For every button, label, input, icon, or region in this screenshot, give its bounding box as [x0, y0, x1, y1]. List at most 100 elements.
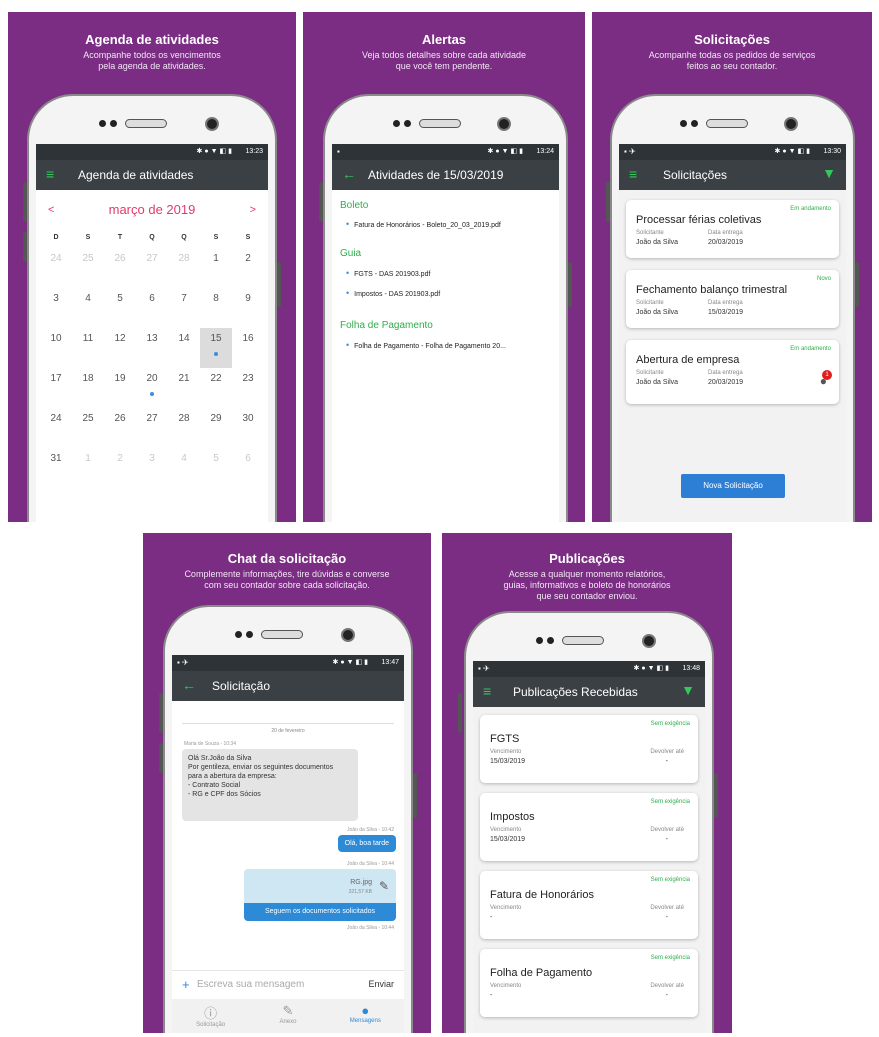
phone-frame: ▪ ✈ ✱●▼◧▮ 13:30 ≡ Solicitações ▼ Em anda…: [610, 94, 855, 522]
file-link[interactable]: Impostos - DAS 201903.pdf: [346, 288, 440, 298]
calendar-day[interactable]: 7: [168, 288, 200, 328]
phone-speaker-grill: [419, 119, 461, 128]
back-arrow-icon[interactable]: ←: [182, 677, 196, 693]
calendar-day[interactable]: 14: [168, 328, 200, 368]
calendar-day[interactable]: 18: [72, 368, 104, 408]
file-link[interactable]: Fatura de Honorários - Boleto_20_03_2019…: [346, 219, 501, 229]
phone-sensor: [110, 120, 117, 127]
requester-value: João da Silva: [636, 379, 679, 386]
paperclip-icon: ✎: [378, 879, 389, 893]
publication-card[interactable]: Sem exigência FGTS Vencimento Devolver a…: [480, 715, 698, 783]
request-card[interactable]: Novo Fechamento balanço trimestral Solic…: [626, 270, 839, 328]
menu-icon[interactable]: ≡: [629, 166, 637, 182]
back-arrow-icon[interactable]: ←: [342, 166, 356, 182]
status-bar: ✱●▼◧▮ 13:23: [36, 144, 268, 160]
calendar-day[interactable]: 1: [200, 248, 232, 288]
calendar-day[interactable]: 1: [72, 448, 104, 488]
calendar-header: < março de 2019 >: [36, 202, 268, 222]
send-button[interactable]: Enviar: [368, 979, 394, 989]
calendar-day[interactable]: 9: [232, 288, 264, 328]
notification-icon: ▪ ✈: [478, 664, 490, 673]
attachment-message[interactable]: RG.jpg 321,57 KB ✎ Seguem os documentos …: [244, 869, 396, 921]
panel-subtitle: Acesse a qualquer momento relatórios, gu…: [503, 569, 671, 601]
calendar-day[interactable]: 5: [104, 288, 136, 328]
calendar-day[interactable]: 15: [200, 328, 232, 368]
calendar-day[interactable]: 3: [40, 288, 72, 328]
calendar-day[interactable]: 13: [136, 328, 168, 368]
calendar-day[interactable]: 12: [104, 328, 136, 368]
calendar-day[interactable]: 17: [40, 368, 72, 408]
menu-icon[interactable]: ≡: [483, 683, 491, 699]
return-label: Devolver até: [650, 749, 684, 755]
calendar-day[interactable]: 19: [104, 368, 136, 408]
calendar-day[interactable]: 10: [40, 328, 72, 368]
calendar-day[interactable]: 27: [136, 248, 168, 288]
filter-icon[interactable]: ▼: [681, 682, 695, 698]
calendar-day[interactable]: 25: [72, 408, 104, 448]
filter-icon[interactable]: ▼: [822, 165, 836, 181]
calendar-day[interactable]: 11: [72, 328, 104, 368]
panel-chat: Chat da solicitação Complemente informaç…: [143, 533, 431, 1033]
phone-sensor: [536, 637, 543, 644]
publication-card[interactable]: Sem exigência Folha de Pagamento Vencime…: [480, 949, 698, 1017]
calendar-day[interactable]: 2: [232, 248, 264, 288]
calendar-day[interactable]: 28: [168, 408, 200, 448]
info-icon: ⓘ: [204, 1006, 218, 1021]
next-month-button[interactable]: >: [250, 204, 256, 216]
phone-side-button: [855, 262, 859, 307]
nav-solicitacao[interactable]: ⓘ Solicitação: [172, 999, 249, 1033]
calendar-day[interactable]: 25: [72, 248, 104, 288]
calendar-day[interactable]: 3: [136, 448, 168, 488]
calendar-day[interactable]: 24: [40, 408, 72, 448]
calendar-day[interactable]: 2: [104, 448, 136, 488]
calendar-day[interactable]: 4: [72, 288, 104, 328]
nav-anexo[interactable]: ✎ Anexo: [249, 999, 326, 1033]
calendar-day[interactable]: 20: [136, 368, 168, 408]
status-badge: Novo: [816, 276, 831, 282]
calendar-day[interactable]: 5: [200, 448, 232, 488]
app-bar-title: Agenda de atividades: [78, 168, 194, 182]
event-dot: [150, 392, 154, 396]
calendar-day[interactable]: 26: [104, 248, 136, 288]
request-card[interactable]: Em andamento Processar férias coletivas …: [626, 200, 839, 258]
new-request-button[interactable]: Nova Solicitação: [681, 474, 785, 498]
panel-solicitacoes: Solicitações Acompanhe todas os pedidos …: [592, 12, 872, 522]
calendar-day[interactable]: 4: [168, 448, 200, 488]
calendar-day[interactable]: 23: [232, 368, 264, 408]
publication-card[interactable]: Sem exigência Fatura de Honorários Venci…: [480, 871, 698, 939]
file-link[interactable]: FGTS - DAS 201903.pdf: [346, 268, 430, 278]
calendar-day[interactable]: 27: [136, 408, 168, 448]
calendar-day[interactable]: 28: [168, 248, 200, 288]
chat-bubbles-icon: ●: [361, 1003, 370, 1018]
publication-card[interactable]: Sem exigência Impostos Vencimento Devolv…: [480, 793, 698, 861]
attachment-caption: Seguem os documentos solicitados: [244, 903, 396, 921]
calendar-day[interactable]: 6: [232, 448, 264, 488]
nav-mensagens[interactable]: ● Mensagens: [327, 999, 404, 1033]
add-icon[interactable]: +: [182, 977, 190, 992]
calendar-day[interactable]: 31: [40, 448, 72, 488]
calendar-day[interactable]: 21: [168, 368, 200, 408]
calendar-day[interactable]: 30: [232, 408, 264, 448]
calendar-day[interactable]: 29: [200, 408, 232, 448]
calendar-day[interactable]: 24: [40, 248, 72, 288]
status-time: 13:30: [823, 148, 841, 155]
status-icons: ✱●▼◧▮: [774, 148, 812, 155]
return-value: -: [665, 836, 668, 843]
calendar-day[interactable]: 8: [200, 288, 232, 328]
calendar-day[interactable]: 26: [104, 408, 136, 448]
calendar-day[interactable]: 16: [232, 328, 264, 368]
chat-messages[interactable]: 20 de fevereiro Maria de Souza - 10:34 O…: [172, 701, 404, 971]
menu-icon[interactable]: ≡: [46, 166, 54, 182]
calendar-day[interactable]: 6: [136, 288, 168, 328]
phone-camera: [784, 117, 798, 131]
calendar-day[interactable]: 22: [200, 368, 232, 408]
message-input[interactable]: Escreva sua mensagem: [197, 979, 304, 990]
weekday-label: S: [213, 234, 219, 241]
status-badge: Sem exigência: [650, 877, 690, 883]
card-title: Fechamento balanço trimestral: [636, 284, 788, 296]
panel-title: Agenda de atividades: [85, 32, 219, 47]
request-card[interactable]: Em andamento Abertura de empresa Solicit…: [626, 340, 839, 404]
notification-icon: ▪: [337, 147, 340, 156]
file-link[interactable]: Folha de Pagamento - Folha de Pagamento …: [346, 340, 506, 350]
message-meta: João da Silva - 10:44: [347, 925, 394, 931]
